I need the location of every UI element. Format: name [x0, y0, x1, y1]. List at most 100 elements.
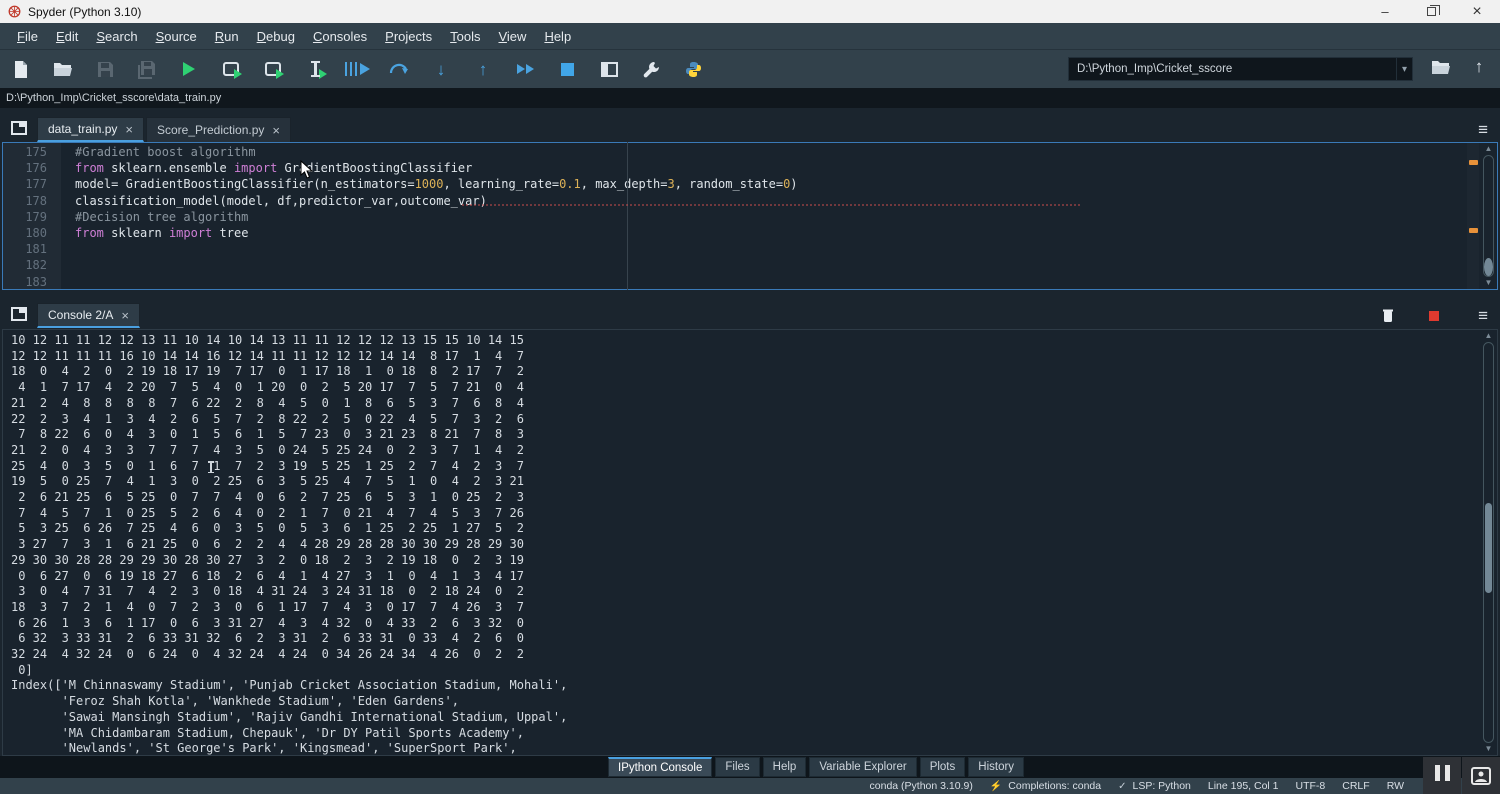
code-area[interactable]: #Gradient boost algorithm from sklearn.e… [61, 143, 1497, 289]
run-cell-button[interactable] [216, 54, 246, 84]
menu-consoles[interactable]: Consoles [304, 26, 376, 47]
menu-view[interactable]: View [489, 26, 535, 47]
pane-tab-variable-explorer[interactable]: Variable Explorer [809, 757, 916, 777]
run-cell-advance-button[interactable] [258, 54, 288, 84]
pane-tab-files[interactable]: Files [715, 757, 759, 777]
menu-tools[interactable]: Tools [441, 26, 489, 47]
line-number-gutter: 175 176 177 178 179 180 181 182 183 [3, 143, 61, 289]
debug-file-icon [345, 62, 370, 76]
image-icon [1471, 767, 1491, 785]
recorder-overlay [1422, 757, 1500, 794]
scroll-up-icon[interactable]: ▲ [1485, 331, 1493, 341]
browse-directory-button[interactable] [1426, 52, 1456, 82]
lint-warning-underline [462, 204, 1080, 206]
status-bar: conda (Python 3.10.9) ⚡ Completions: con… [0, 778, 1500, 794]
completions-icon: ⚡ [990, 781, 1002, 792]
console-scrollbar[interactable]: ▲ ▼ [1481, 331, 1496, 754]
check-icon: ✓ [1118, 781, 1126, 792]
run-selection-button[interactable] [300, 54, 330, 84]
pane-tab-help[interactable]: Help [763, 757, 807, 777]
close-button[interactable]: × [1454, 0, 1500, 23]
step-into-icon: ↓ [437, 61, 446, 78]
tab-label: data_train.py [48, 122, 117, 136]
editor-options-icon[interactable]: ≡ [1474, 121, 1492, 138]
tab-score-prediction[interactable]: Score_Prediction.py × [146, 117, 291, 142]
debug-step-button[interactable] [384, 54, 414, 84]
run-selection-icon [314, 61, 317, 77]
pause-button[interactable] [1423, 757, 1461, 794]
text-cursor [210, 461, 212, 473]
save-button [90, 54, 120, 84]
menu-run[interactable]: Run [206, 26, 248, 47]
snapshot-button[interactable] [1462, 757, 1500, 794]
stop-debug-button[interactable] [552, 54, 582, 84]
browse-tabs-icon [11, 307, 27, 321]
step-into-button[interactable]: ↓ [426, 54, 456, 84]
restore-button[interactable] [1408, 0, 1454, 23]
restore-icon [1427, 7, 1436, 16]
parent-directory-button[interactable]: ↑ [1464, 52, 1494, 82]
tab-console-2a[interactable]: Console 2/A × [37, 303, 140, 328]
debug-continue-button[interactable] [510, 54, 540, 84]
browse-tabs-button[interactable] [8, 303, 30, 325]
console-options-icon[interactable]: ≡ [1474, 307, 1492, 324]
working-directory-combo[interactable]: D:\Python_Imp\Cricket_sscore ▾ [1068, 57, 1413, 81]
spyder-logo-icon [8, 5, 21, 18]
chevron-down-icon[interactable]: ▾ [1396, 58, 1412, 80]
save-icon [97, 61, 114, 78]
python-env-button[interactable] [678, 54, 708, 84]
warning-marker[interactable] [1469, 160, 1478, 165]
pane-tab-history[interactable]: History [968, 757, 1024, 777]
pane-tab-ipython-console[interactable]: IPython Console [608, 757, 712, 777]
close-icon[interactable]: × [121, 309, 129, 322]
menu-help[interactable]: Help [535, 26, 580, 47]
step-return-button[interactable]: ↑ [468, 54, 498, 84]
maximize-pane-button[interactable] [594, 54, 624, 84]
save-all-icon [138, 60, 157, 79]
new-file-button[interactable] [6, 54, 36, 84]
mouse-cursor [300, 160, 313, 179]
tab-label: Console 2/A [48, 308, 113, 322]
scroll-down-icon[interactable]: ▼ [1485, 744, 1493, 754]
scrollbar-thumb[interactable] [1485, 503, 1492, 593]
code-line: from sklearn.ensemble import GradientBoo… [61, 160, 1497, 176]
menu-projects[interactable]: Projects [376, 26, 441, 47]
debug-file-button[interactable] [342, 54, 372, 84]
preferences-button[interactable] [636, 54, 666, 84]
completions-status: Completions: conda [1008, 780, 1101, 792]
ipython-console[interactable]: 10 12 11 11 12 12 13 11 10 14 10 14 13 1… [2, 329, 1498, 756]
new-file-icon [13, 60, 29, 79]
warning-marker[interactable] [1469, 228, 1478, 233]
open-file-button[interactable] [48, 54, 78, 84]
wrench-icon [643, 61, 660, 78]
scrollbar-thumb[interactable] [1484, 258, 1493, 276]
scroll-up-icon[interactable]: ▲ [1485, 144, 1493, 154]
code-editor[interactable]: 175 176 177 178 179 180 181 182 183 #Gra… [2, 142, 1498, 290]
trash-icon[interactable] [1382, 308, 1394, 323]
interpreter-status[interactable]: conda (Python 3.10.9) [870, 780, 973, 792]
menu-debug[interactable]: Debug [248, 26, 304, 47]
scroll-down-icon[interactable]: ▼ [1485, 278, 1493, 288]
editor-scrollbar[interactable]: ▲ ▼ [1481, 144, 1496, 288]
console-tab-strip: Console 2/A × ≡ [0, 298, 1500, 328]
minimize-button[interactable]: – [1362, 0, 1408, 23]
close-icon[interactable]: × [272, 124, 280, 137]
browse-tabs-button[interactable] [8, 117, 30, 139]
run-cell-icon [223, 62, 239, 76]
close-icon[interactable]: × [125, 123, 133, 136]
step-return-icon: ↑ [479, 61, 488, 78]
menu-search[interactable]: Search [87, 26, 146, 47]
pane-tab-plots[interactable]: Plots [920, 757, 966, 777]
permissions-status: RW [1387, 780, 1404, 792]
code-line: classification_model(model, df,predictor… [61, 193, 1497, 209]
menu-source[interactable]: Source [147, 26, 206, 47]
code-line: model= GradientBoostingClassifier(n_esti… [61, 176, 1497, 192]
title-bar: Spyder (Python 3.10) – × [0, 0, 1500, 23]
continue-icon [517, 64, 534, 74]
tab-data-train[interactable]: data_train.py × [37, 117, 144, 142]
run-file-button[interactable] [174, 54, 204, 84]
menu-edit[interactable]: Edit [47, 26, 87, 47]
up-arrow-icon: ↑ [1475, 57, 1484, 77]
python-env-icon [685, 61, 702, 78]
menu-file[interactable]: File [8, 26, 47, 47]
